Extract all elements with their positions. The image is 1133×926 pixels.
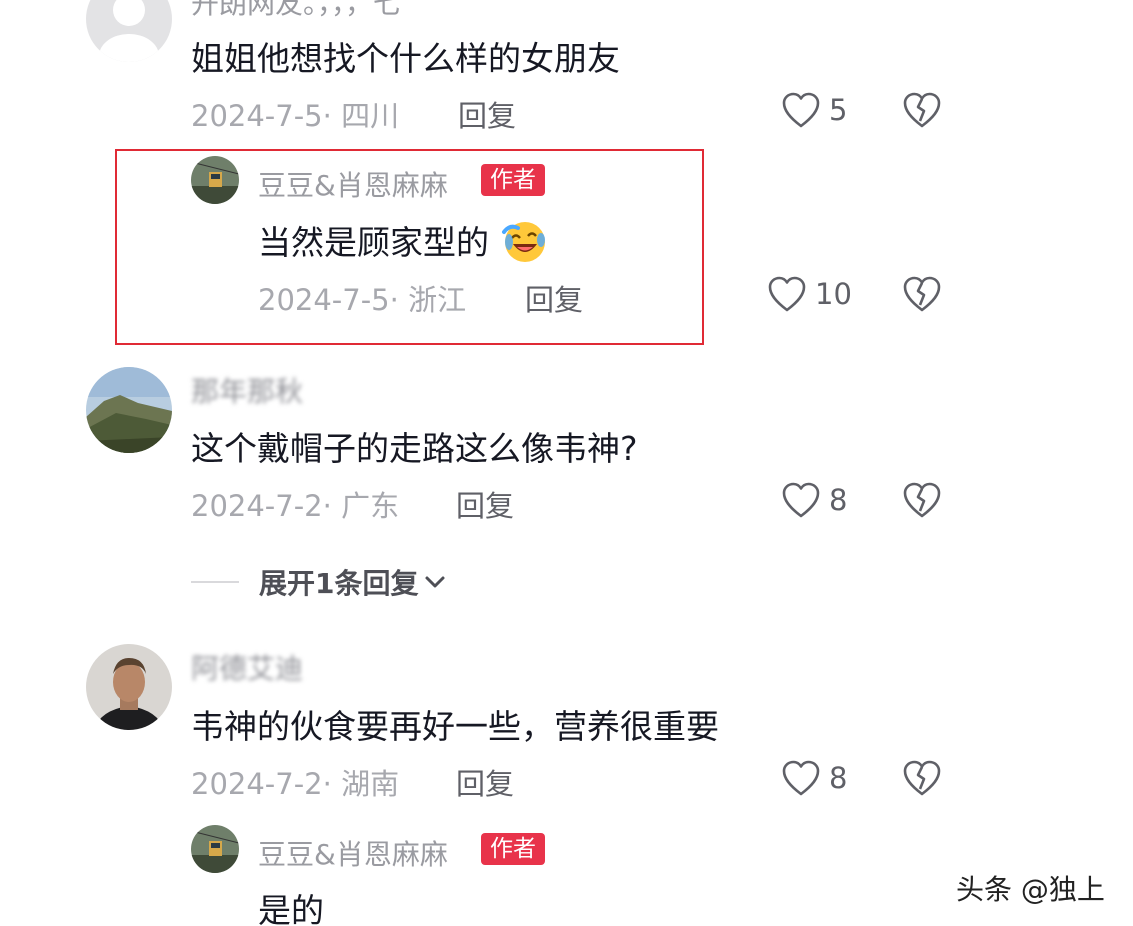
reply-button[interactable]: 回复 — [525, 277, 583, 319]
heart-icon — [768, 276, 806, 312]
like-count: 5 — [829, 93, 848, 127]
reply-text-content: 当然是顾家型的 — [258, 223, 489, 262]
avatar[interactable] — [86, 644, 172, 730]
broken-heart-icon[interactable] — [902, 481, 942, 519]
comment-meta: 2024-7-2· 湖南 — [191, 767, 400, 801]
author-username[interactable]: 豆豆&肖恩麻麻 — [258, 164, 448, 204]
author-avatar[interactable] — [191, 825, 239, 873]
like-button[interactable]: 5 — [781, 91, 847, 129]
reply-button[interactable]: 回复 — [456, 483, 514, 525]
avatar[interactable] — [86, 367, 172, 453]
chevron-down-icon — [425, 576, 445, 588]
author-avatar[interactable] — [191, 156, 239, 204]
comment-text: 姐姐他想找个什么样的女朋友 — [191, 39, 620, 78]
like-count: 10 — [815, 277, 852, 311]
comment-meta: 2024-7-5· 四川 — [191, 99, 400, 133]
reply-meta: 2024-7-5· 浙江 — [258, 283, 467, 317]
heart-icon — [782, 482, 820, 518]
reply-button[interactable]: 回复 — [456, 761, 514, 803]
author-badge: 作者 — [481, 833, 545, 865]
watermark: 头条 @独上 — [956, 873, 1105, 906]
author-badge: 作者 — [481, 164, 545, 196]
laughing-crying-emoji-icon — [501, 222, 545, 262]
expand-divider — [191, 581, 239, 583]
reply-text: 当然是顾家型的 — [258, 216, 548, 264]
author-username[interactable]: 豆豆&肖恩麻麻 — [258, 833, 448, 873]
comment-username[interactable]: 阿德艾迪 — [191, 647, 303, 687]
like-button[interactable]: 10 — [767, 275, 852, 313]
broken-heart-icon[interactable] — [902, 759, 942, 797]
expand-replies-label: 展开1条回复 — [259, 567, 419, 600]
like-button[interactable]: 8 — [781, 759, 847, 797]
like-count: 8 — [829, 483, 848, 517]
like-count: 8 — [829, 761, 848, 795]
reply-text: 是的 — [258, 891, 324, 926]
heart-icon — [782, 760, 820, 796]
comment-username[interactable]: 开朗网友。，，，七 — [191, 0, 401, 22]
avatar[interactable] — [86, 0, 172, 62]
heart-icon — [782, 92, 820, 128]
broken-heart-icon[interactable] — [902, 91, 942, 129]
comment-text: 这个戴帽子的走路这么像韦神? — [191, 429, 638, 468]
comment-meta: 2024-7-2· 广东 — [191, 489, 400, 523]
expand-replies-button[interactable]: 展开1条回复 — [191, 562, 448, 602]
comment-username[interactable]: 那年那秋 — [191, 370, 303, 410]
reply-button[interactable]: 回复 — [458, 93, 516, 135]
comment-text: 韦神的伙食要再好一些，营养很重要 — [191, 707, 719, 746]
broken-heart-icon[interactable] — [902, 275, 942, 313]
like-button[interactable]: 8 — [781, 481, 847, 519]
